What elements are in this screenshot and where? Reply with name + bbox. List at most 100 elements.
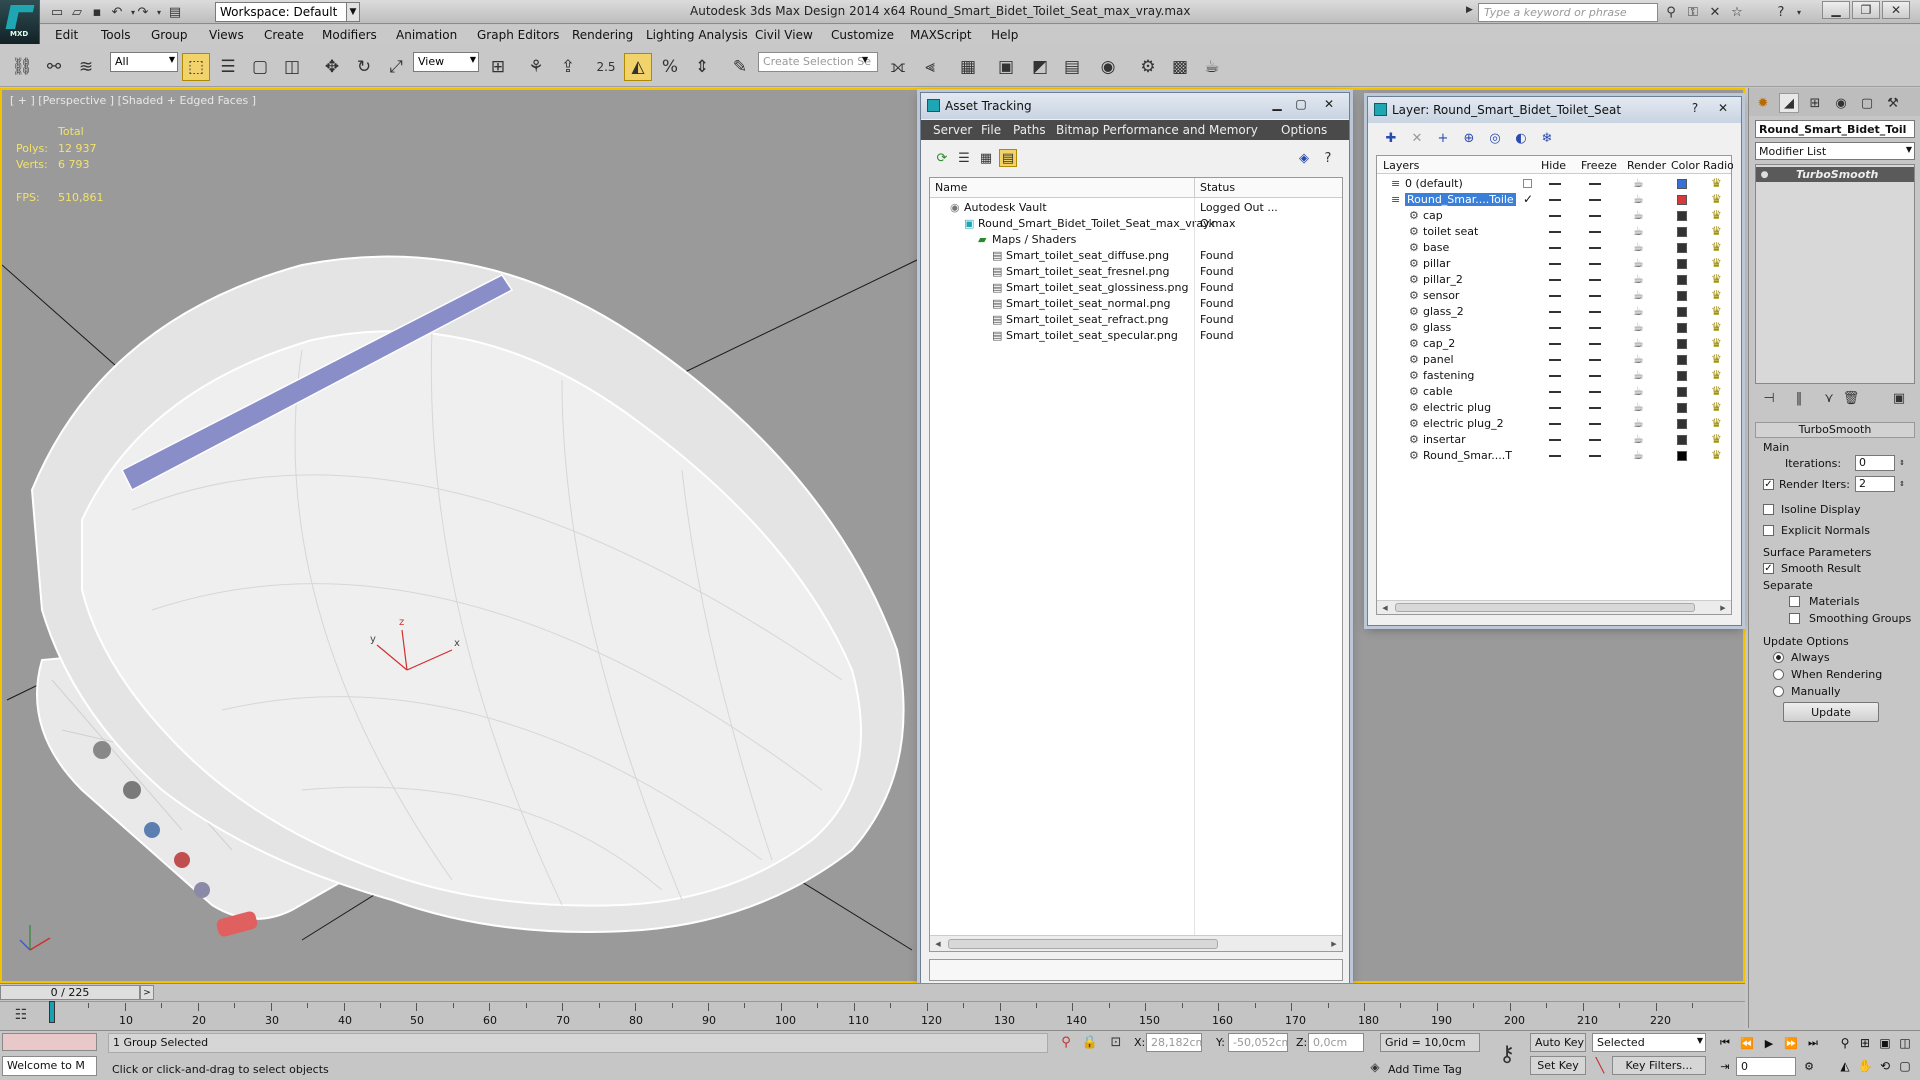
binoculars-search-icon[interactable]: ⚲ <box>1662 3 1680 21</box>
pin-stack-icon[interactable]: ⊣ <box>1759 388 1779 408</box>
hide-toggle[interactable] <box>1549 247 1561 249</box>
field-of-view-icon[interactable]: ◭ <box>1836 1058 1854 1074</box>
material-editor-icon[interactable]: ◉ <box>1094 53 1122 81</box>
layer-color-swatch[interactable] <box>1677 435 1687 445</box>
freeze-toggle[interactable] <box>1589 359 1601 361</box>
freeze-toggle[interactable] <box>1589 455 1601 457</box>
layer-row[interactable]: ⚙ fastening ☕ ♛ <box>1377 368 1731 384</box>
asset-path-field[interactable] <box>929 959 1343 981</box>
layer-color-swatch[interactable] <box>1677 179 1687 189</box>
iterations-spinner[interactable]: 0 <box>1855 455 1895 471</box>
asset-menu-server[interactable]: Server <box>933 123 972 137</box>
spinner-snap-icon[interactable]: ⇕ <box>688 53 716 81</box>
layer-row[interactable]: ⚙ cap_2 ☕ ♛ <box>1377 336 1731 352</box>
freeze-toggle[interactable] <box>1589 231 1601 233</box>
configure-modifier-sets-icon[interactable]: ▣ <box>1889 388 1909 408</box>
column-layers[interactable]: Layers <box>1383 159 1419 172</box>
layer-color-swatch[interactable] <box>1677 355 1687 365</box>
radiosity-icon[interactable]: ♛ <box>1711 288 1722 302</box>
asset-row[interactable]: ▤ Smart_toilet_seat_fresnel.png Found <box>930 264 1342 280</box>
update-when-rendering-radio[interactable] <box>1773 669 1784 680</box>
layer-window-titlebar[interactable]: Layer: Round_Smart_Bidet_Toilet_Seat ? ✕ <box>1368 97 1741 123</box>
show-end-result-icon[interactable]: ‖ <box>1789 388 1809 408</box>
modify-tab-icon[interactable]: ◢ <box>1779 93 1799 113</box>
update-always-radio[interactable] <box>1773 652 1784 663</box>
radiosity-icon[interactable]: ♛ <box>1711 304 1722 318</box>
asset-menu-bitmap-performance[interactable]: Bitmap Performance and Memory <box>1056 123 1258 137</box>
select-by-name-icon[interactable]: ☰ <box>214 53 242 81</box>
hide-toggle[interactable] <box>1549 407 1561 409</box>
menu-create[interactable]: Create <box>264 28 304 42</box>
freeze-toggle[interactable] <box>1589 311 1601 313</box>
motion-tab-icon[interactable]: ◉ <box>1831 93 1851 113</box>
open-mini-curve-editor-icon[interactable]: ☷ <box>10 1006 32 1024</box>
remove-modifier-icon[interactable]: 🗑 <box>1841 388 1861 408</box>
freeze-unfreeze-all-icon[interactable]: ❄ <box>1538 129 1556 147</box>
layer-row[interactable]: ⚙ base ☕ ♛ <box>1377 240 1731 256</box>
iterations-spin-arrows-icon[interactable]: ⇕ <box>1897 455 1907 471</box>
menu-rendering[interactable]: Rendering <box>572 28 633 42</box>
radiosity-icon[interactable]: ♛ <box>1711 352 1722 366</box>
isoline-display-checkbox[interactable] <box>1763 504 1774 515</box>
select-objects-in-layer-icon[interactable]: ⊕ <box>1460 129 1478 147</box>
current-layer-check-icon[interactable]: ✓ <box>1523 192 1533 206</box>
hide-toggle[interactable] <box>1549 327 1561 329</box>
column-status[interactable]: Status <box>1200 181 1235 194</box>
isolate-selection-icon[interactable]: ⚲ <box>1058 1033 1074 1051</box>
play-icon[interactable]: ▶ <box>1760 1035 1778 1051</box>
column-name[interactable]: Name <box>935 181 967 194</box>
layer-color-swatch[interactable] <box>1677 371 1687 381</box>
layer-color-swatch[interactable] <box>1677 451 1687 461</box>
mirror-icon[interactable]: ⟗ <box>884 53 912 81</box>
layer-row[interactable]: ⚙ panel ☕ ♛ <box>1377 352 1731 368</box>
asset-row[interactable]: ▤ Smart_toilet_seat_glossiness.png Found <box>930 280 1342 296</box>
help-dropdown-icon[interactable]: ▾ <box>1790 3 1808 21</box>
close-window-icon[interactable]: ✕ <box>1882 1 1910 19</box>
time-configuration-icon[interactable]: ⚙ <box>1800 1058 1818 1074</box>
edit-named-selection-icon[interactable]: ✎ <box>726 53 754 81</box>
menu-edit[interactable]: Edit <box>55 28 78 42</box>
minimize-window-icon[interactable]: ▁ <box>1822 1 1850 19</box>
menu-customize[interactable]: Customize <box>831 28 894 42</box>
asset-scroll-thumb[interactable] <box>948 939 1218 949</box>
update-button[interactable]: Update <box>1783 702 1879 722</box>
layer-window-close-icon[interactable]: ✕ <box>1713 100 1733 116</box>
radiosity-icon[interactable]: ♛ <box>1711 208 1722 222</box>
asset-tracking-minimize-icon[interactable]: ▁ <box>1267 96 1287 112</box>
layer-color-swatch[interactable] <box>1677 211 1687 221</box>
menu-animation[interactable]: Animation <box>396 28 457 42</box>
help-icon[interactable]: ? <box>1319 149 1337 167</box>
hide-toggle[interactable] <box>1549 263 1561 265</box>
freeze-toggle[interactable] <box>1589 199 1601 201</box>
keyboard-shortcut-override-icon[interactable]: ⇪ <box>554 53 582 81</box>
layer-horizontal-scrollbar[interactable]: ◀ ▶ <box>1377 600 1731 614</box>
scroll-right-icon[interactable]: ▶ <box>1717 602 1729 614</box>
freeze-toggle[interactable] <box>1589 375 1601 377</box>
menu-tools[interactable]: Tools <box>101 28 131 42</box>
freeze-toggle[interactable] <box>1589 263 1601 265</box>
layer-row[interactable]: ≡ Round_Smar....Toile ✓ ☕ ♛ <box>1377 192 1731 208</box>
menu-maxscript[interactable]: MAXScript <box>910 28 972 42</box>
layer-row[interactable]: ⚙ cable ☕ ♛ <box>1377 384 1731 400</box>
menu-lighting-analysis[interactable]: Lighting Analysis <box>646 28 748 42</box>
select-object-icon[interactable]: ⬚ <box>182 53 210 81</box>
y-coordinate-field[interactable]: -50,052cm <box>1228 1033 1288 1052</box>
freeze-toggle[interactable] <box>1589 183 1601 185</box>
freeze-toggle[interactable] <box>1589 391 1601 393</box>
menu-modifiers[interactable]: Modifiers <box>322 28 377 42</box>
new-file-icon[interactable]: ▭ <box>48 3 66 21</box>
zoom-extents-all-icon[interactable]: ◫ <box>1896 1035 1914 1051</box>
zoom-icon[interactable]: ⚲ <box>1836 1035 1854 1051</box>
render-production-icon[interactable]: ☕ <box>1198 53 1226 81</box>
absolute-mode-transform-icon[interactable]: ⊡ <box>1108 1033 1124 1051</box>
layer-color-swatch[interactable] <box>1677 339 1687 349</box>
selection-filter-dropdown[interactable]: All ▼ <box>110 52 178 72</box>
add-to-layer-icon[interactable]: + <box>1434 129 1452 147</box>
highlight-selected-layer-icon[interactable]: ◎ <box>1486 129 1504 147</box>
zoom-extents-icon[interactable]: ▣ <box>1876 1035 1894 1051</box>
render-teapot-icon[interactable]: ☕ <box>1633 336 1644 350</box>
previous-frame-icon[interactable]: ⏪ <box>1738 1035 1756 1051</box>
layer-color-swatch[interactable] <box>1677 387 1687 397</box>
layer-row[interactable]: ⚙ glass_2 ☕ ♛ <box>1377 304 1731 320</box>
layer-row[interactable]: ⚙ electric plug ☕ ♛ <box>1377 400 1731 416</box>
